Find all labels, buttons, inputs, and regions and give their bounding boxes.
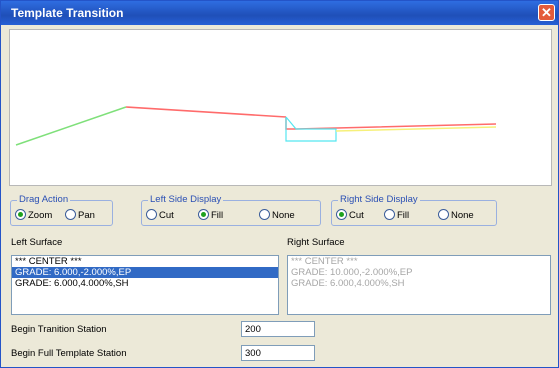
begin-full-template-station-input[interactable]: 300	[241, 345, 315, 361]
left-radio-fill-indicator	[198, 209, 209, 220]
right-radio-cut-label: Cut	[349, 210, 364, 221]
left-radio-fill-label: Fill	[211, 210, 224, 221]
window-title: Template Transition	[11, 6, 124, 20]
template-preview-canvas[interactable]	[9, 29, 552, 186]
right-side-display-group: Right Side Display Cut Fill None	[331, 194, 497, 226]
radio-pan-indicator	[65, 209, 76, 220]
begin-transition-station-label: Begin Tranition Station	[11, 324, 107, 335]
list-item: GRADE: 10.000,-2.000%,EP	[291, 267, 413, 278]
right-side-display-legend: Right Side Display	[338, 194, 420, 205]
drag-action-legend: Drag Action	[17, 194, 71, 205]
right-surface-listbox: *** CENTER *** GRADE: 10.000,-2.000%,EP …	[287, 255, 551, 315]
right-radio-fill-label: Fill	[397, 210, 410, 221]
radio-zoom-label: Zoom	[28, 210, 53, 221]
list-item: *** CENTER ***	[291, 256, 358, 267]
right-radio-none-label: None	[451, 210, 474, 221]
radio-zoom-indicator	[15, 209, 26, 220]
list-item[interactable]: *** CENTER ***	[12, 256, 278, 267]
left-radio-none-label: None	[272, 210, 295, 221]
radio-pan[interactable]: Pan	[65, 209, 95, 221]
drag-action-group: Drag Action Zoom Pan	[10, 194, 113, 226]
left-surface-label: Left Surface	[11, 237, 63, 248]
left-fill-slope-line	[15, 106, 127, 146]
right-radio-cut-indicator	[336, 209, 347, 220]
left-side-display-legend: Left Side Display	[148, 194, 224, 205]
radio-zoom[interactable]: Zoom	[15, 209, 52, 221]
template-transition-dialog: Template Transition ✕ Drag Action Zoom P…	[0, 0, 559, 368]
right-radio-fill[interactable]: Fill	[384, 209, 409, 221]
begin-full-template-station-label: Begin Full Template Station	[11, 348, 127, 359]
begin-transition-station-input[interactable]: 200	[241, 321, 315, 337]
list-item[interactable]: GRADE: 6.000,4.000%,SH	[12, 278, 278, 289]
left-radio-fill[interactable]: Fill	[198, 209, 223, 221]
right-radio-none-indicator	[438, 209, 449, 220]
left-radio-cut-indicator	[146, 209, 157, 220]
template-preview-svg	[15, 106, 497, 146]
left-template-line	[125, 106, 287, 118]
right-radio-none[interactable]: None	[438, 209, 474, 221]
list-item[interactable]: GRADE: 6.000,-2.000%,EP	[12, 267, 278, 278]
left-side-display-group: Left Side Display Cut Fill None	[141, 194, 321, 226]
right-radio-fill-indicator	[384, 209, 395, 220]
list-item: GRADE: 6.000,4.000%,SH	[291, 278, 405, 289]
left-radio-cut[interactable]: Cut	[146, 209, 174, 221]
left-radio-cut-label: Cut	[159, 210, 174, 221]
radio-pan-label: Pan	[78, 210, 95, 221]
left-radio-none-indicator	[259, 209, 270, 220]
title-bar[interactable]: Template Transition ✕	[1, 1, 558, 25]
right-surface-label: Right Surface	[287, 237, 345, 248]
right-radio-cut[interactable]: Cut	[336, 209, 364, 221]
left-surface-listbox[interactable]: *** CENTER *** GRADE: 6.000,-2.000%,EP G…	[11, 255, 279, 315]
left-radio-none[interactable]: None	[259, 209, 295, 221]
close-button[interactable]: ✕	[538, 4, 555, 21]
